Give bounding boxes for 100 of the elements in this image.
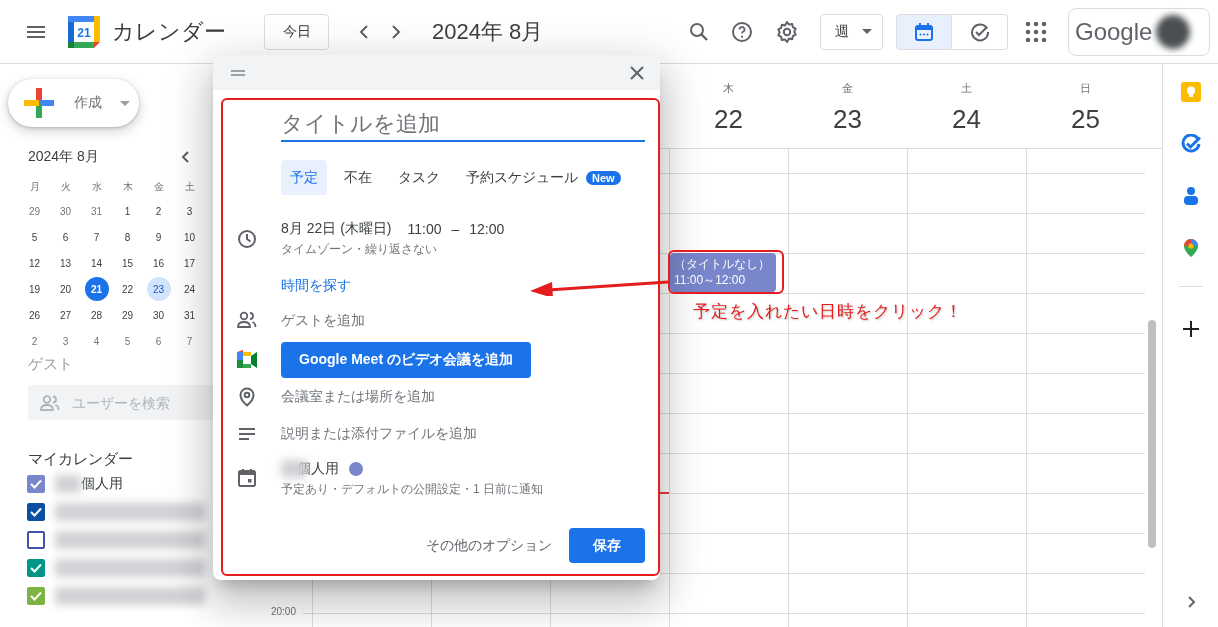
event-chip[interactable]: （タイトルなし） 11:00～12:00 — [670, 253, 776, 292]
date-cell[interactable]: 21 — [84, 277, 109, 301]
more-options-button[interactable]: その他のオプション — [426, 536, 552, 555]
apps-grid-icon[interactable] — [1024, 19, 1048, 44]
check-circle-icon[interactable] — [1180, 134, 1201, 154]
calendar-checkbox[interactable] — [27, 503, 45, 521]
date-cell[interactable]: 22 — [115, 277, 140, 301]
people-icon — [237, 311, 257, 331]
app-title: カレンダー — [112, 17, 226, 46]
date-cell[interactable]: 15 — [115, 251, 140, 275]
checkmark-icon — [30, 591, 42, 601]
caret-icon — [862, 29, 872, 34]
day-number[interactable]: 24 — [952, 104, 981, 135]
date-cell[interactable]: 5 — [22, 225, 47, 249]
date-cell[interactable]: 7 — [84, 225, 109, 249]
date-cell[interactable]: 10 — [177, 225, 202, 249]
date-cell[interactable]: 2 — [22, 329, 47, 353]
date-cell[interactable]: 27 — [53, 303, 78, 327]
help-icon[interactable] — [730, 19, 754, 44]
people-icon — [40, 395, 60, 411]
calendar-checkbox[interactable] — [27, 531, 45, 549]
section-heading: マイカレンダー — [28, 449, 134, 469]
save-button[interactable]: 保存 — [569, 528, 645, 563]
day-number[interactable]: 22 — [714, 104, 743, 135]
weekday-label: 月 — [28, 180, 41, 194]
weekday-label: 水 — [90, 180, 103, 194]
date-cell[interactable]: 31 — [177, 303, 202, 327]
close-icon[interactable] — [630, 65, 644, 80]
create-button[interactable]: 作成 — [8, 79, 139, 127]
current-period: 2024年 8月 — [432, 17, 544, 46]
checkmark-icon — [30, 479, 42, 489]
weekday-label: 金 — [152, 180, 165, 194]
date-cell[interactable]: 3 — [53, 329, 78, 353]
date-cell[interactable]: 24 — [177, 277, 202, 301]
annotation-text: 予定を入れたい日時をクリック！ — [693, 301, 963, 323]
calendar-details[interactable]: 予定あり・デフォルトの公開設定・1 日前に通知 — [281, 481, 543, 498]
time-separator: – — [451, 221, 460, 237]
day-number[interactable]: 23 — [833, 104, 862, 135]
date-cell[interactable]: 19 — [22, 277, 47, 301]
date-cell[interactable]: 9 — [146, 225, 171, 249]
date-cell[interactable]: 13 — [53, 251, 78, 275]
check-circle-icon — [969, 21, 990, 42]
plus-icon[interactable] — [1180, 319, 1201, 339]
day-number[interactable]: 25 — [1071, 104, 1100, 135]
calendar-name[interactable]: 個人用 — [297, 460, 339, 478]
date-cell[interactable]: 5 — [115, 329, 140, 353]
end-time[interactable]: 12:00 — [469, 221, 505, 237]
view-dropdown[interactable]: 週 — [820, 13, 883, 50]
calendar-checkbox[interactable] — [27, 559, 45, 577]
avatar[interactable] — [1156, 14, 1191, 49]
settings-icon[interactable] — [775, 19, 799, 44]
date-cell[interactable]: 16 — [146, 251, 171, 275]
checkmark-icon — [30, 507, 42, 517]
date-cell[interactable]: 1 — [115, 199, 140, 223]
calendar-checkbox[interactable] — [27, 475, 45, 493]
add-video-meeting-button[interactable]: Google Meet のビデオ会議を追加 — [281, 342, 531, 378]
account-button[interactable]: Google — [1068, 7, 1210, 56]
event-type-tab[interactable]: 不在 — [335, 160, 381, 195]
date-cell[interactable]: 14 — [84, 251, 109, 275]
location-pin-icon — [237, 387, 257, 407]
add-guests-field[interactable]: ゲストを追加 — [281, 312, 365, 330]
date-cell[interactable]: 29 — [22, 199, 47, 223]
calendar-checkbox[interactable] — [27, 587, 45, 605]
date-cell[interactable]: 3 — [177, 199, 202, 223]
date-cell[interactable]: 6 — [53, 225, 78, 249]
date-cell[interactable]: 30 — [53, 199, 78, 223]
date-cell[interactable]: 4 — [84, 329, 109, 353]
tasks-view-toggle[interactable] — [952, 13, 1008, 50]
event-date[interactable]: 8月 22日 (木曜日) — [281, 220, 392, 238]
location-field[interactable]: 会議室または場所を追加 — [281, 388, 435, 406]
weekday-label: 土 — [961, 81, 972, 95]
date-cell[interactable]: 30 — [146, 303, 171, 327]
date-cell[interactable]: 28 — [84, 303, 109, 327]
date-cell[interactable]: 2 — [146, 199, 171, 223]
date-cell[interactable]: 8 — [115, 225, 140, 249]
event-type-tab[interactable]: 予約スケジュール New — [457, 160, 630, 195]
description-field[interactable]: 説明または添付ファイルを追加 — [281, 425, 477, 443]
date-cell[interactable]: 17 — [177, 251, 202, 275]
weekday-label: 木 — [121, 180, 134, 194]
event-type-tab[interactable]: タスク — [389, 160, 449, 195]
find-time-link[interactable]: 時間を探す — [281, 277, 351, 295]
date-cell[interactable]: 26 — [22, 303, 47, 327]
date-cell[interactable]: 6 — [146, 329, 171, 353]
checkmark-icon — [30, 563, 42, 573]
date-cell[interactable]: 31 — [84, 199, 109, 223]
date-cell[interactable]: 7 — [177, 329, 202, 353]
weekday-label: 土 — [183, 180, 196, 194]
calendar-view-toggle[interactable] — [896, 13, 952, 50]
calendar-icon — [914, 21, 934, 42]
date-cell[interactable]: 12 — [22, 251, 47, 275]
date-cell[interactable]: 20 — [53, 277, 78, 301]
today-button[interactable]: 今日 — [264, 13, 329, 50]
weekday-label: 日 — [1080, 81, 1091, 95]
date-cell[interactable]: 23 — [146, 277, 171, 301]
start-time[interactable]: 11:00 — [407, 221, 442, 237]
recurrence-link[interactable]: タイムゾーン・繰り返さない — [281, 241, 505, 258]
drag-handle-icon[interactable] — [231, 69, 245, 76]
date-cell[interactable]: 29 — [115, 303, 140, 327]
event-type-tab[interactable]: 予定 — [281, 160, 327, 195]
scrollbar[interactable] — [1148, 320, 1156, 548]
